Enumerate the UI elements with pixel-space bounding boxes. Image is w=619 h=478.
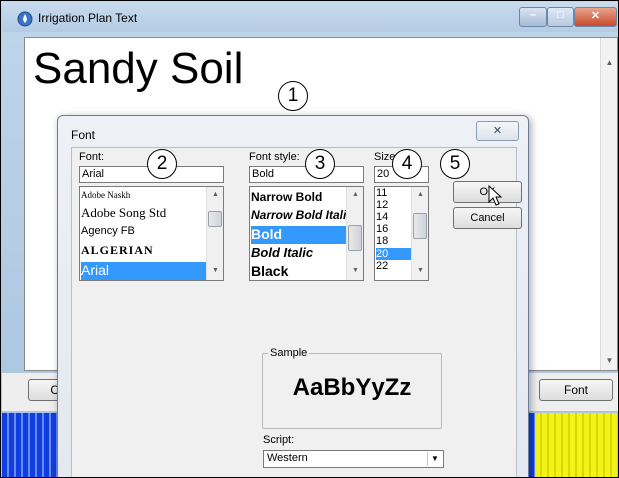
title-bar[interactable]: Irrigation Plan Text – □ ✕ <box>2 2 617 32</box>
font-dialog-body: Font: Arial Adobe Naskh Adobe Song Std A… <box>71 147 522 477</box>
font-list-scrollbar[interactable]: ▲ ▼ <box>206 187 223 280</box>
scroll-up-icon[interactable]: ▲ <box>347 191 363 198</box>
font-style-label: Font style: <box>249 151 300 163</box>
callout-1: 1 <box>278 81 308 111</box>
callout-3: 3 <box>305 149 335 179</box>
callout-5: 5 <box>440 149 470 179</box>
scroll-thumb[interactable] <box>413 213 427 239</box>
maximize-button[interactable]: □ <box>547 7 574 27</box>
list-item-selected[interactable]: Bold <box>251 226 346 244</box>
maximize-icon: □ <box>557 9 564 21</box>
scroll-thumb[interactable] <box>348 225 362 251</box>
font-size-list[interactable]: 11 12 14 16 18 20 22 ▲ ▼ <box>374 186 429 281</box>
list-item-selected[interactable]: Arial <box>81 262 206 280</box>
yellow-stripes-background <box>535 413 618 477</box>
list-item[interactable]: 11 <box>376 188 411 199</box>
callout-2: 2 <box>147 149 177 179</box>
script-select[interactable]: Western ▼ <box>263 450 444 468</box>
scroll-up-icon[interactable]: ▲ <box>412 191 428 198</box>
close-button[interactable]: ✕ <box>574 7 617 27</box>
list-item[interactable]: Adobe Naskh <box>81 190 206 200</box>
scroll-down-icon[interactable]: ▼ <box>412 267 428 274</box>
scroll-down-icon[interactable]: ▼ <box>601 356 618 365</box>
list-item[interactable]: 14 <box>376 212 411 223</box>
close-icon: ✕ <box>590 10 601 22</box>
list-item[interactable]: Narrow Bold Italic <box>251 208 346 222</box>
list-item[interactable]: Bold Italic <box>251 245 346 260</box>
list-item[interactable]: 18 <box>376 236 411 247</box>
preview-text: Sandy Soil <box>33 44 244 93</box>
font-name-list[interactable]: Adobe Naskh Adobe Song Std Agency FB ALG… <box>79 186 224 281</box>
window-title: Irrigation Plan Text <box>38 11 138 25</box>
list-item[interactable]: 16 <box>376 224 411 235</box>
text-area-scrollbar[interactable]: ▲ ▼ <box>600 38 617 370</box>
font-dialog-cancel-button[interactable]: Cancel <box>453 207 522 229</box>
font-label: Font: <box>79 151 105 163</box>
font-size-list-scrollbar[interactable]: ▲ ▼ <box>411 187 428 280</box>
list-item-selected[interactable]: 20 <box>376 248 411 260</box>
list-item[interactable]: 12 <box>376 200 411 211</box>
scroll-down-icon[interactable]: ▼ <box>347 267 363 274</box>
scroll-thumb[interactable] <box>208 211 222 227</box>
close-icon: ✕ <box>492 125 503 137</box>
scroll-up-icon[interactable]: ▲ <box>207 191 223 198</box>
list-item[interactable]: Black <box>251 263 346 279</box>
font-button[interactable]: Font <box>539 379 613 401</box>
scroll-down-icon[interactable]: ▼ <box>207 267 223 274</box>
mouse-cursor-icon <box>488 185 503 206</box>
font-dialog-close-button[interactable]: ✕ <box>476 121 519 141</box>
font-style-list[interactable]: Narrow Bold Narrow Bold Italic Bold Bold… <box>249 186 364 281</box>
list-item[interactable]: ALGERIAN <box>81 243 206 258</box>
minimize-icon: – <box>529 9 537 21</box>
font-dialog-title: Font <box>71 128 96 142</box>
sample-label: Sample <box>268 347 310 359</box>
callout-4: 4 <box>392 149 422 179</box>
scroll-up-icon[interactable]: ▲ <box>601 58 618 67</box>
sample-text: AaBbYyZz <box>292 374 412 401</box>
irrigation-plan-window: Irrigation Plan Text – □ ✕ Sandy Soil ▲ … <box>0 0 619 478</box>
font-style-list-scrollbar[interactable]: ▲ ▼ <box>346 187 363 280</box>
script-label: Script: <box>263 434 295 446</box>
minimize-button[interactable]: – <box>519 7 547 27</box>
list-item[interactable]: Adobe Song Std <box>81 205 206 221</box>
chevron-down-icon[interactable]: ▼ <box>427 452 442 466</box>
list-item[interactable]: Narrow Bold <box>251 190 346 204</box>
app-icon <box>17 11 33 27</box>
list-item[interactable]: 22 <box>376 261 411 272</box>
script-value: Western <box>267 452 308 464</box>
list-item[interactable]: Agency FB <box>81 225 206 237</box>
sample-group: AaBbYyZz <box>262 353 442 429</box>
